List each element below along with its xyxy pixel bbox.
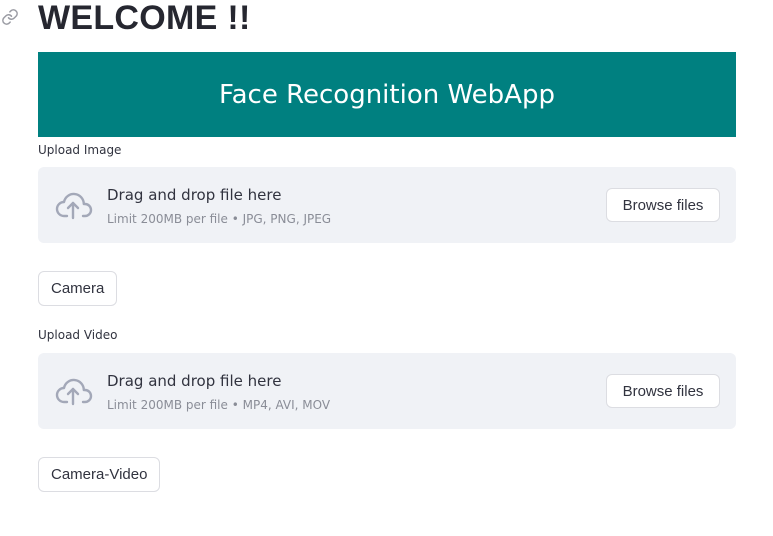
upload-image-label: Upload Image [38,143,122,157]
app-banner: Face Recognition WebApp [38,52,736,137]
banner-title: Face Recognition WebApp [219,79,555,110]
image-drop-text: Drag and drop file here [107,186,282,204]
video-browse-button[interactable]: Browse files [606,374,720,408]
app-page: WELCOME !! Face Recognition WebApp Uploa… [0,0,773,536]
camera-button[interactable]: Camera [38,271,118,306]
page-title: WELCOME !! [38,0,251,37]
video-drop-text: Drag and drop file here [107,372,282,390]
image-dropzone[interactable]: Drag and drop file here Limit 200MB per … [38,167,736,243]
cloud-upload-icon [53,189,93,221]
video-limit-text: Limit 200MB per file • MP4, AVI, MOV [107,398,331,412]
cloud-upload-icon [53,375,93,407]
image-limit-text: Limit 200MB per file • JPG, PNG, JPEG [107,212,332,226]
camera-video-button[interactable]: Camera-Video [38,457,161,492]
upload-video-label: Upload Video [38,328,118,342]
video-dropzone[interactable]: Drag and drop file here Limit 200MB per … [38,353,736,429]
link-icon[interactable] [1,8,19,26]
image-browse-button[interactable]: Browse files [606,188,720,222]
